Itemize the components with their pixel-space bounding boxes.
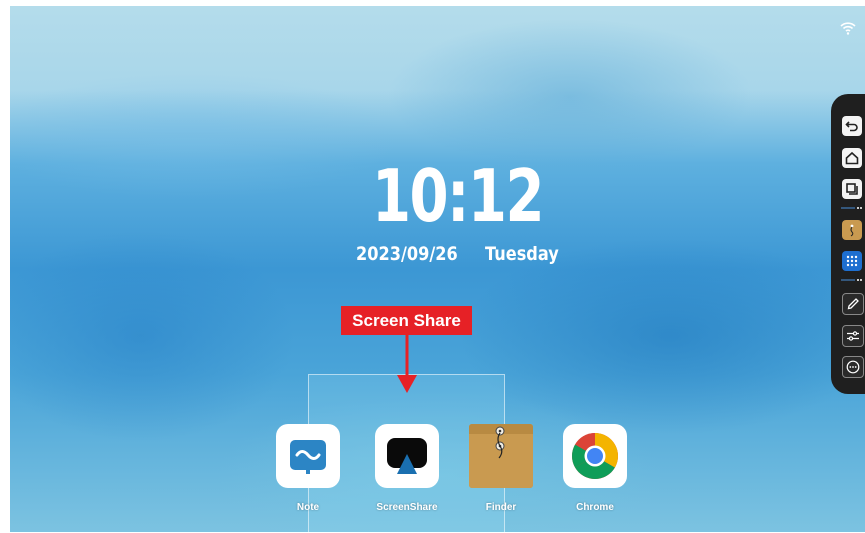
app-chrome[interactable]: Chrome bbox=[555, 424, 635, 513]
app-label: Finder bbox=[485, 502, 517, 513]
clock-date: 2023/09/26 bbox=[356, 243, 458, 265]
callout-arrow-icon bbox=[397, 335, 417, 393]
app-screenshare[interactable]: ScreenShare bbox=[367, 424, 447, 513]
desktop-wallpaper: 10:12 2023/09/26 Tuesday Screen Share No… bbox=[10, 6, 865, 532]
more-icon[interactable] bbox=[842, 356, 864, 378]
app-note[interactable]: Note bbox=[268, 424, 348, 513]
side-toolbar bbox=[831, 94, 865, 394]
screenshare-icon bbox=[375, 424, 439, 488]
clock-time: 10:12 bbox=[372, 154, 545, 238]
back-icon[interactable] bbox=[842, 116, 862, 136]
clock-day: Tuesday bbox=[485, 243, 559, 265]
settings-sliders-icon[interactable] bbox=[842, 325, 864, 347]
app-label: ScreenShare bbox=[376, 502, 438, 513]
finder-icon[interactable] bbox=[842, 220, 862, 240]
chrome-icon bbox=[563, 424, 627, 488]
finder-icon bbox=[469, 424, 533, 488]
app-label: Chrome bbox=[576, 502, 614, 513]
app-label: Note bbox=[296, 502, 320, 513]
home-icon[interactable] bbox=[842, 148, 862, 168]
app-finder[interactable]: Finder bbox=[461, 424, 541, 513]
wifi-icon[interactable] bbox=[840, 20, 856, 36]
screen-share-callout: Screen Share bbox=[341, 306, 472, 335]
pen-icon[interactable] bbox=[842, 293, 864, 315]
windows-icon[interactable] bbox=[842, 179, 862, 199]
apps-grid-icon[interactable] bbox=[842, 251, 862, 271]
note-icon bbox=[276, 424, 340, 488]
